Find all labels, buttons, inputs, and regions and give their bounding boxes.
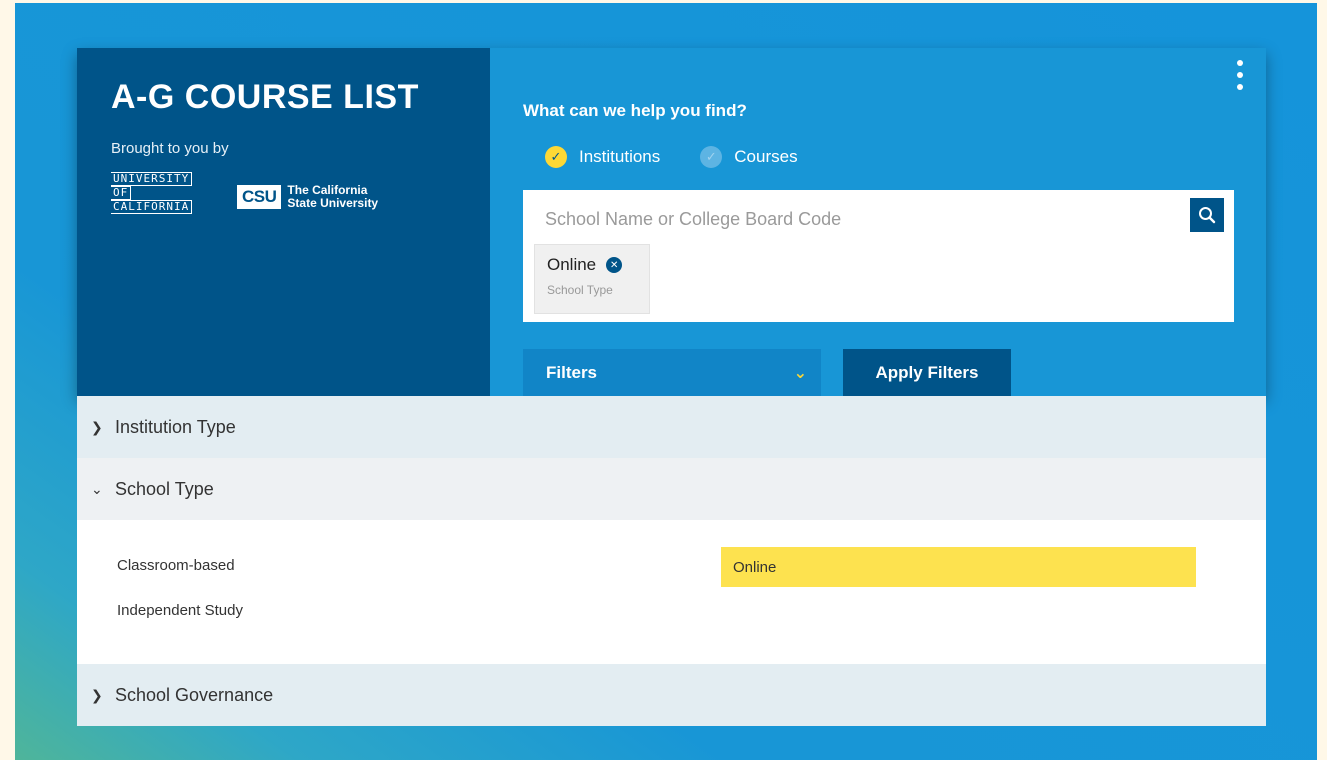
filters-dropdown[interactable]: Filters ⌄ [523,349,821,396]
csu-name: The California State University [287,183,379,210]
more-options-icon[interactable] [1236,60,1244,90]
radio-institutions-label: Institutions [579,147,661,166]
chevron-right-icon: ❯ [91,686,103,703]
check-circle-icon: ✓ [545,146,567,168]
filter-section-label: School Governance [115,684,274,705]
search-button[interactable] [1190,198,1224,232]
brand-panel: A-G COURSE LIST Brought to you by UNIVER… [77,48,490,396]
check-circle-icon: ✓ [700,146,723,168]
option-classroom-based[interactable]: Classroom-based [117,557,235,574]
filters-label: Filters [546,362,598,382]
chevron-right-icon: ❯ [91,418,103,435]
search-icon [1199,207,1216,224]
search-box: Online ✕ School Type [523,190,1234,322]
radio-courses[interactable]: ✓ Courses [700,146,798,168]
remove-chip-icon[interactable]: ✕ [606,257,623,273]
filter-accordion: ❯ Institution Type ⌄ School Type Classro… [77,396,1266,726]
active-filter-chip: Online ✕ School Type [534,244,650,314]
chip-label: Online [547,255,597,274]
chevron-down-icon: ⌄ [793,364,807,382]
chevron-down-icon: ⌄ [91,480,103,497]
search-mode-toggle: ✓ Institutions ✓ Courses [545,146,798,168]
option-online-selected[interactable]: Online [721,547,1196,587]
filter-section-school-type[interactable]: ⌄ School Type [77,458,1266,520]
search-panel: What can we help you find? ✓ Institution… [490,48,1266,396]
filter-section-school-governance[interactable]: ❯ School Governance [77,664,1266,726]
option-independent-study[interactable]: Independent Study [117,602,243,619]
search-input[interactable] [545,204,1165,234]
search-prompt: What can we help you find? [523,101,747,120]
uc-logo[interactable]: UNIVERSITY OF CALIFORNIA [111,172,193,214]
filter-section-label: Institution Type [115,416,236,437]
csu-mark: CSU [237,185,282,209]
page-title: A-G COURSE LIST [111,78,419,116]
radio-institutions[interactable]: ✓ Institutions [545,146,660,168]
apply-filters-button[interactable]: Apply Filters [843,349,1011,396]
search-card: A-G COURSE LIST Brought to you by UNIVER… [77,48,1266,396]
filter-section-institution-type[interactable]: ❯ Institution Type [77,396,1266,458]
radio-courses-label: Courses [734,147,798,166]
chip-category: School Type [547,283,613,297]
school-type-options: Classroom-based Independent Study Online [77,520,1266,664]
filter-section-label: School Type [115,478,214,499]
csu-logo[interactable]: CSU The California State University [237,184,378,210]
brought-by-text: Brought to you by [111,140,229,157]
